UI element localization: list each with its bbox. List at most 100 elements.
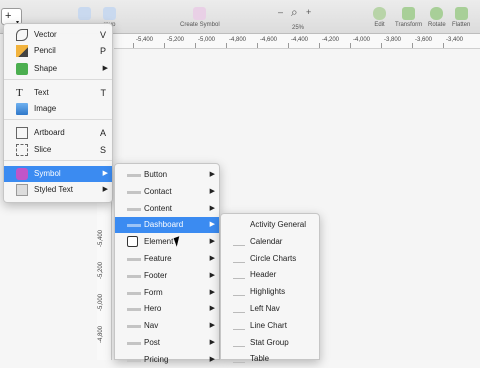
menu-item-label: Styled Text <box>34 185 73 194</box>
ruler-tick-label: -4,200 <box>322 37 340 43</box>
dashboard-item-calendar[interactable]: Calendar <box>221 234 319 250</box>
menu-item-label: Feature <box>144 254 172 263</box>
submenu-arrow-icon: ▶ <box>209 322 215 330</box>
symbol-item-post[interactable]: Post ▶ <box>115 335 219 351</box>
submenu-arrow-icon: ▶ <box>102 65 108 72</box>
menu-item-label: Hero <box>144 304 162 314</box>
menu-separator <box>4 119 112 120</box>
menu-item-slice[interactable]: Slice S <box>4 142 112 158</box>
dashboard-item-circle-charts[interactable]: Circle Charts <box>221 251 319 267</box>
menu-item-label: Highlights <box>250 287 286 297</box>
menu-item-label: Calendar <box>250 236 283 246</box>
symbol-thumbnail-icon <box>127 236 138 248</box>
rotate-label: Rotate <box>428 22 446 28</box>
edit-label: Edit <box>374 22 385 28</box>
menu-item-label: Activity General <box>250 220 307 229</box>
symbol-thumbnail-icon <box>127 274 141 278</box>
horizontal-ruler[interactable]: -5,400 -5,200 -5,000 -4,800 -4,600 -4,400 -4,2… <box>114 34 480 49</box>
symbol-thumbnail-icon <box>233 345 245 347</box>
submenu-arrow-icon: ▶ <box>209 288 215 296</box>
create-symbol-button[interactable]: Create Symbol <box>180 7 220 28</box>
symbol-item-feature[interactable]: Feature ▶ <box>115 251 219 267</box>
toolbar-item-group-partial[interactable] <box>78 7 91 22</box>
menu-item-vector[interactable]: Vector V <box>4 27 112 43</box>
dashboard-item-header[interactable]: Header <box>221 267 319 283</box>
ruler-tick <box>133 43 134 48</box>
menu-item-shape[interactable]: Shape ▶ <box>4 61 112 77</box>
ruler-tick <box>257 43 258 48</box>
submenu-arrow-icon: ▶ <box>209 204 215 212</box>
menu-item-label: Element <box>144 237 174 247</box>
insert-menu: Vector V Pencil P Shape ▶ T Text T Image Artboard A… <box>3 23 113 203</box>
symbol-item-button[interactable]: Button ▶ <box>115 167 219 183</box>
menu-item-artboard[interactable]: Artboard A <box>4 125 112 141</box>
ruler-tick-label: -3,800 <box>384 37 402 43</box>
menu-item-label: Symbol <box>34 169 61 178</box>
flatten-icon <box>454 7 468 20</box>
dashboard-item-stat-group[interactable]: Stat Group <box>221 335 319 351</box>
symbol-thumbnail-icon <box>233 312 245 313</box>
rotate-button[interactable]: Rotate <box>428 7 446 28</box>
menu-item-pencil[interactable]: Pencil P <box>4 43 112 59</box>
ruler-tick-label: -4,600 <box>260 37 278 43</box>
symbol-item-element[interactable]: Element ▶ <box>115 234 219 250</box>
edit-button[interactable]: Edit <box>373 7 386 28</box>
ruler-tick-label: -5,400 <box>136 37 154 43</box>
zoom-in-button[interactable]: + <box>306 7 311 17</box>
magnifier-icon: ⌕ <box>291 5 298 19</box>
shortcut-key: A <box>99 128 106 138</box>
dashboard-item-line-chart[interactable]: Line Chart <box>221 318 319 334</box>
dashboard-item-table[interactable]: Table <box>221 351 319 367</box>
ruler-tick-label: -4,000 <box>353 37 371 43</box>
menu-item-text[interactable]: T Text T <box>4 85 112 101</box>
symbol-item-footer[interactable]: Footer ▶ <box>115 268 219 284</box>
ruler-tick-label: -4,400 <box>291 37 309 43</box>
transform-button[interactable]: Transform <box>395 7 422 28</box>
ruler-tick <box>288 43 289 48</box>
menu-item-label: Dashboard <box>144 220 184 230</box>
ruler-tick-label: -5,200 <box>167 37 185 43</box>
image-icon <box>16 103 28 115</box>
create-symbol-label: Create Symbol <box>180 22 220 28</box>
menu-item-label: Line Chart <box>250 320 287 330</box>
submenu-arrow-icon: ▶ <box>209 171 215 178</box>
ruler-tick-label: -5,000 <box>198 37 216 43</box>
symbol-item-dashboard[interactable]: Dashboard ▶ <box>115 217 219 234</box>
symbol-item-content[interactable]: Content ▶ <box>115 201 219 217</box>
dashboard-item-highlights[interactable]: Highlights <box>221 284 319 300</box>
menu-item-styled-text[interactable]: Styled Text ▶ <box>4 182 112 198</box>
group-icon <box>78 7 91 20</box>
menu-item-image[interactable]: Image <box>4 101 112 117</box>
submenu-arrow-icon: ▶ <box>209 271 215 279</box>
symbol-thumbnail-icon <box>127 207 141 211</box>
symbol-item-nav[interactable]: Nav ▶ <box>115 318 219 334</box>
dashboard-item-activity-general[interactable]: Activity General <box>221 217 319 233</box>
ruler-tick <box>195 43 196 48</box>
menu-item-label: Stat Group <box>250 337 289 347</box>
submenu-arrow-icon: ▶ <box>209 255 215 262</box>
symbol-item-hero[interactable]: Hero ▶ <box>115 301 219 317</box>
menu-item-label: Slice <box>34 145 52 154</box>
dashboard-submenu: Activity General Calendar Circle Charts Hea… <box>220 213 320 364</box>
symbol-thumbnail-icon <box>233 244 245 246</box>
symbol-item-form[interactable]: Form ▶ <box>115 285 219 301</box>
ruler-tick <box>319 43 320 48</box>
menu-item-symbol[interactable]: Symbol ▶ <box>4 166 112 182</box>
symbol-thumbnail-icon <box>127 224 141 228</box>
ruler-tick <box>226 43 227 48</box>
submenu-arrow-icon: ▶ <box>209 187 215 195</box>
menu-item-label: Table <box>250 354 270 364</box>
symbol-item-contact[interactable]: Contact ▶ <box>115 184 219 200</box>
symbol-thumbnail-icon <box>127 342 141 345</box>
flatten-button[interactable]: Flatten <box>452 7 470 28</box>
submenu-arrow-icon: ▶ <box>209 305 215 313</box>
dashboard-item-left-nav[interactable]: Left Nav <box>221 301 319 317</box>
flatten-label: Flatten <box>452 22 471 28</box>
symbol-thumbnail-icon <box>233 278 245 280</box>
transform-icon <box>402 7 416 20</box>
shortcut-key: V <box>99 30 106 40</box>
submenu-arrow-icon: ▶ <box>209 339 215 346</box>
zoom-out-button[interactable]: – <box>278 7 283 17</box>
symbol-thumbnail-icon <box>127 308 141 312</box>
menu-item-label: Shape <box>34 64 58 73</box>
